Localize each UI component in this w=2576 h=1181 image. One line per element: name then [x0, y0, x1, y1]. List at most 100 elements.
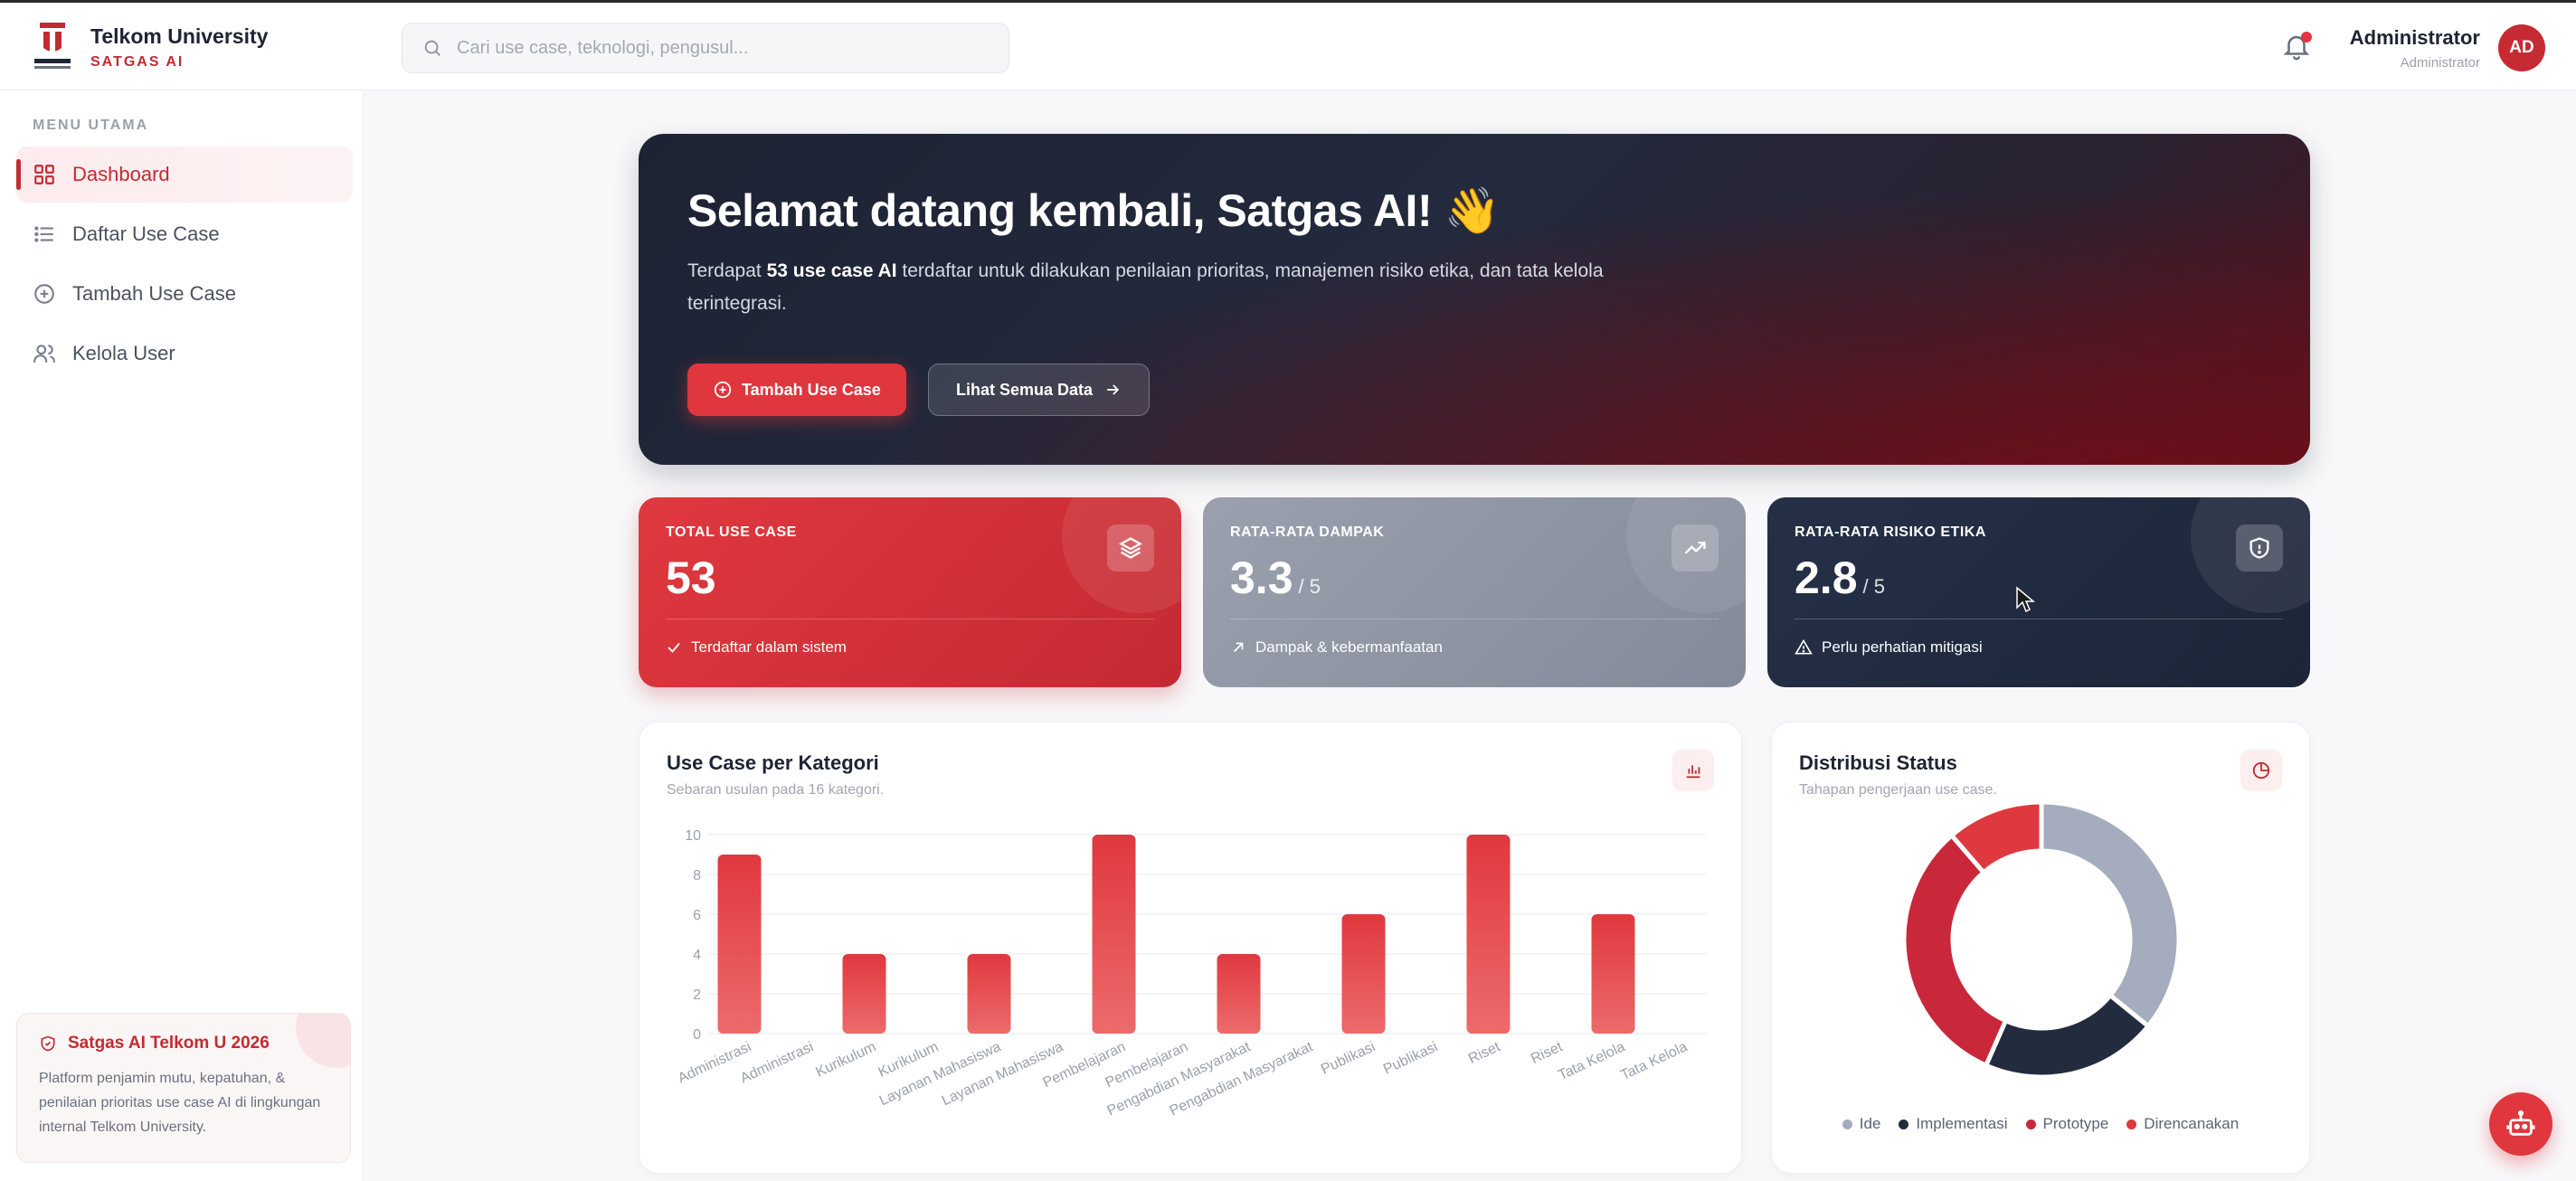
legend-item: Ide	[1842, 1115, 1881, 1133]
stat-suffix: / 5	[1862, 575, 1885, 598]
sidebar-item-label: Daftar Use Case	[72, 222, 220, 245]
sidebar-menu: Dashboard Daftar Use Case Tambah Use Cas…	[16, 146, 353, 385]
users-icon	[33, 345, 55, 363]
chatbot-button[interactable]	[2489, 1092, 2552, 1156]
y-tick-label: 6	[693, 908, 701, 923]
bar-8	[1217, 954, 1261, 1034]
y-tick-label: 10	[685, 828, 701, 844]
telkom-logo-icon	[34, 23, 71, 69]
y-tick-label: 2	[693, 987, 701, 1003]
donut-slice-2	[1901, 832, 2009, 1069]
category-chart-panel: Use Case per Kategori Sebaran usulan pad…	[639, 722, 1742, 1174]
add-use-case-label: Tambah Use Case	[742, 380, 881, 399]
bar-4	[967, 954, 1011, 1034]
welcome-hero: Selamat datang kembali, Satgas AI! 👋 Ter…	[639, 134, 2310, 465]
brand[interactable]: Telkom University SATGAS AI	[31, 21, 268, 73]
search-box[interactable]	[402, 23, 1009, 73]
sidebar-item-kelola-user[interactable]: Kelola User	[16, 326, 353, 382]
legend-item: Implementasi	[1899, 1115, 2008, 1133]
stat-suffix: / 5	[1298, 575, 1321, 598]
sidebar-item-label: Tambah Use Case	[72, 282, 236, 305]
bar-6	[1092, 835, 1136, 1034]
bar-chart: 0246810AdministrasiAdministrasiKurikulum…	[676, 828, 1707, 1120]
donut-legend: Ide Implementasi Prototype Direncanakan	[1772, 1115, 2309, 1133]
legend-dot	[2025, 1119, 2036, 1129]
bar-10	[1341, 914, 1386, 1034]
sidebar-item-daftar-use-case[interactable]: Daftar Use Case	[16, 206, 353, 262]
stat-footer: Perlu perhatian mitigasi	[1822, 638, 1983, 656]
legend-dot	[2126, 1119, 2137, 1129]
stat-icon-box	[1107, 524, 1154, 572]
sidebar-item-label: Kelola User	[72, 342, 175, 364]
x-tick-label: Tata Kelola	[1556, 1039, 1627, 1083]
trending-up-icon	[1684, 542, 1706, 554]
status-chart-panel: Distribusi Status Tahapan pengerjaan use…	[1771, 722, 2310, 1174]
x-tick-label: Riset	[1529, 1039, 1566, 1067]
check-icon	[668, 642, 680, 653]
x-tick-label: Riset	[1466, 1039, 1503, 1067]
notification-button[interactable]	[2281, 30, 2314, 66]
sidebar-item-label: Dashboard	[72, 163, 170, 185]
legend-label: Implementasi	[1916, 1115, 2008, 1132]
plus-circle-icon	[34, 284, 54, 304]
y-tick-label: 4	[693, 948, 701, 963]
user-name: Administrator	[2349, 26, 2480, 49]
brand-subtitle: SATGAS AI	[90, 53, 185, 70]
y-tick-label: 0	[693, 1027, 701, 1043]
legend-dot	[1899, 1119, 1909, 1129]
menu-heading: MENU UTAMA	[33, 118, 149, 133]
promo-decoration	[296, 1014, 350, 1068]
user-menu[interactable]: Administrator Administrator	[2350, 26, 2480, 71]
arrow-right-icon	[1107, 384, 1120, 395]
bar-2	[842, 954, 886, 1034]
view-all-button[interactable]: Lihat Semua Data	[928, 364, 1151, 416]
plus-circle-icon	[714, 381, 732, 399]
view-all-label: Lihat Semua Data	[956, 380, 1094, 399]
stat-footer: Terdaftar dalam sistem	[691, 638, 847, 656]
x-tick-label: Publikasi	[1381, 1039, 1440, 1077]
legend-label: Direncanakan	[2144, 1115, 2240, 1132]
shield-check-icon	[41, 1035, 55, 1052]
donut-slice-1	[1983, 992, 2152, 1080]
list-icon	[34, 226, 53, 242]
legend-item: Direncanakan	[2126, 1115, 2239, 1133]
shield-icon	[2249, 537, 2269, 559]
arrow-up-right-icon	[1233, 642, 1244, 653]
warning-icon	[1795, 638, 1813, 655]
stat-number: 53	[666, 553, 716, 603]
donut-chart	[1901, 799, 2182, 1080]
stat-number: 3.3	[1230, 553, 1293, 603]
bar-14	[1591, 914, 1635, 1034]
x-tick-label: Kurikulum	[814, 1039, 879, 1080]
promo-body: Platform penjamin mutu, kepatuhan, & pen…	[39, 1071, 321, 1135]
brand-name: Telkom University	[90, 24, 269, 48]
stat-icon-box	[2236, 524, 2283, 572]
avatar[interactable]: AD	[2498, 24, 2545, 71]
legend-label: Ide	[1859, 1115, 1881, 1132]
notification-dot	[2301, 32, 2312, 43]
stat-number: 2.8	[1795, 553, 1858, 603]
mouse-cursor-icon	[2016, 586, 2035, 613]
layers-icon	[1119, 537, 1142, 559]
sidebar: MENU UTAMA Dashboard Daftar Use Case Tam…	[0, 90, 364, 1181]
x-tick-label: Tata Kelola	[1618, 1039, 1690, 1083]
legend-label: Prototype	[2042, 1115, 2109, 1132]
legend-dot	[1842, 1119, 1852, 1129]
y-tick-label: 8	[693, 868, 701, 883]
stat-icon-box	[1672, 524, 1719, 572]
x-tick-label: Publikasi	[1319, 1039, 1378, 1077]
stat-card-total: TOTAL USE CASE 53 Terdaftar dalam sistem	[639, 497, 1181, 687]
add-use-case-button[interactable]: Tambah Use Case	[687, 364, 906, 416]
legend-item: Prototype	[2025, 1115, 2109, 1133]
search-icon	[424, 40, 440, 56]
stat-card-dampak: RATA-RATA DAMPAK 3.3/ 5 Dampak & keberma…	[1203, 497, 1746, 687]
user-role: Administrator	[2400, 55, 2480, 71]
sidebar-item-dashboard[interactable]: Dashboard	[16, 146, 353, 203]
sidebar-item-tambah-use-case[interactable]: Tambah Use Case	[16, 266, 353, 322]
stat-card-risiko: RATA-RATA RISIKO ETIKA 2.8/ 5 Perlu perh…	[1767, 497, 2310, 687]
hero-title: Selamat datang kembali, Satgas AI! 👋	[687, 185, 1501, 236]
search-input[interactable]	[457, 37, 999, 59]
grid-icon	[34, 165, 54, 184]
bar-12	[1466, 835, 1511, 1034]
hero-desc-pre: Terdapat	[687, 260, 767, 281]
